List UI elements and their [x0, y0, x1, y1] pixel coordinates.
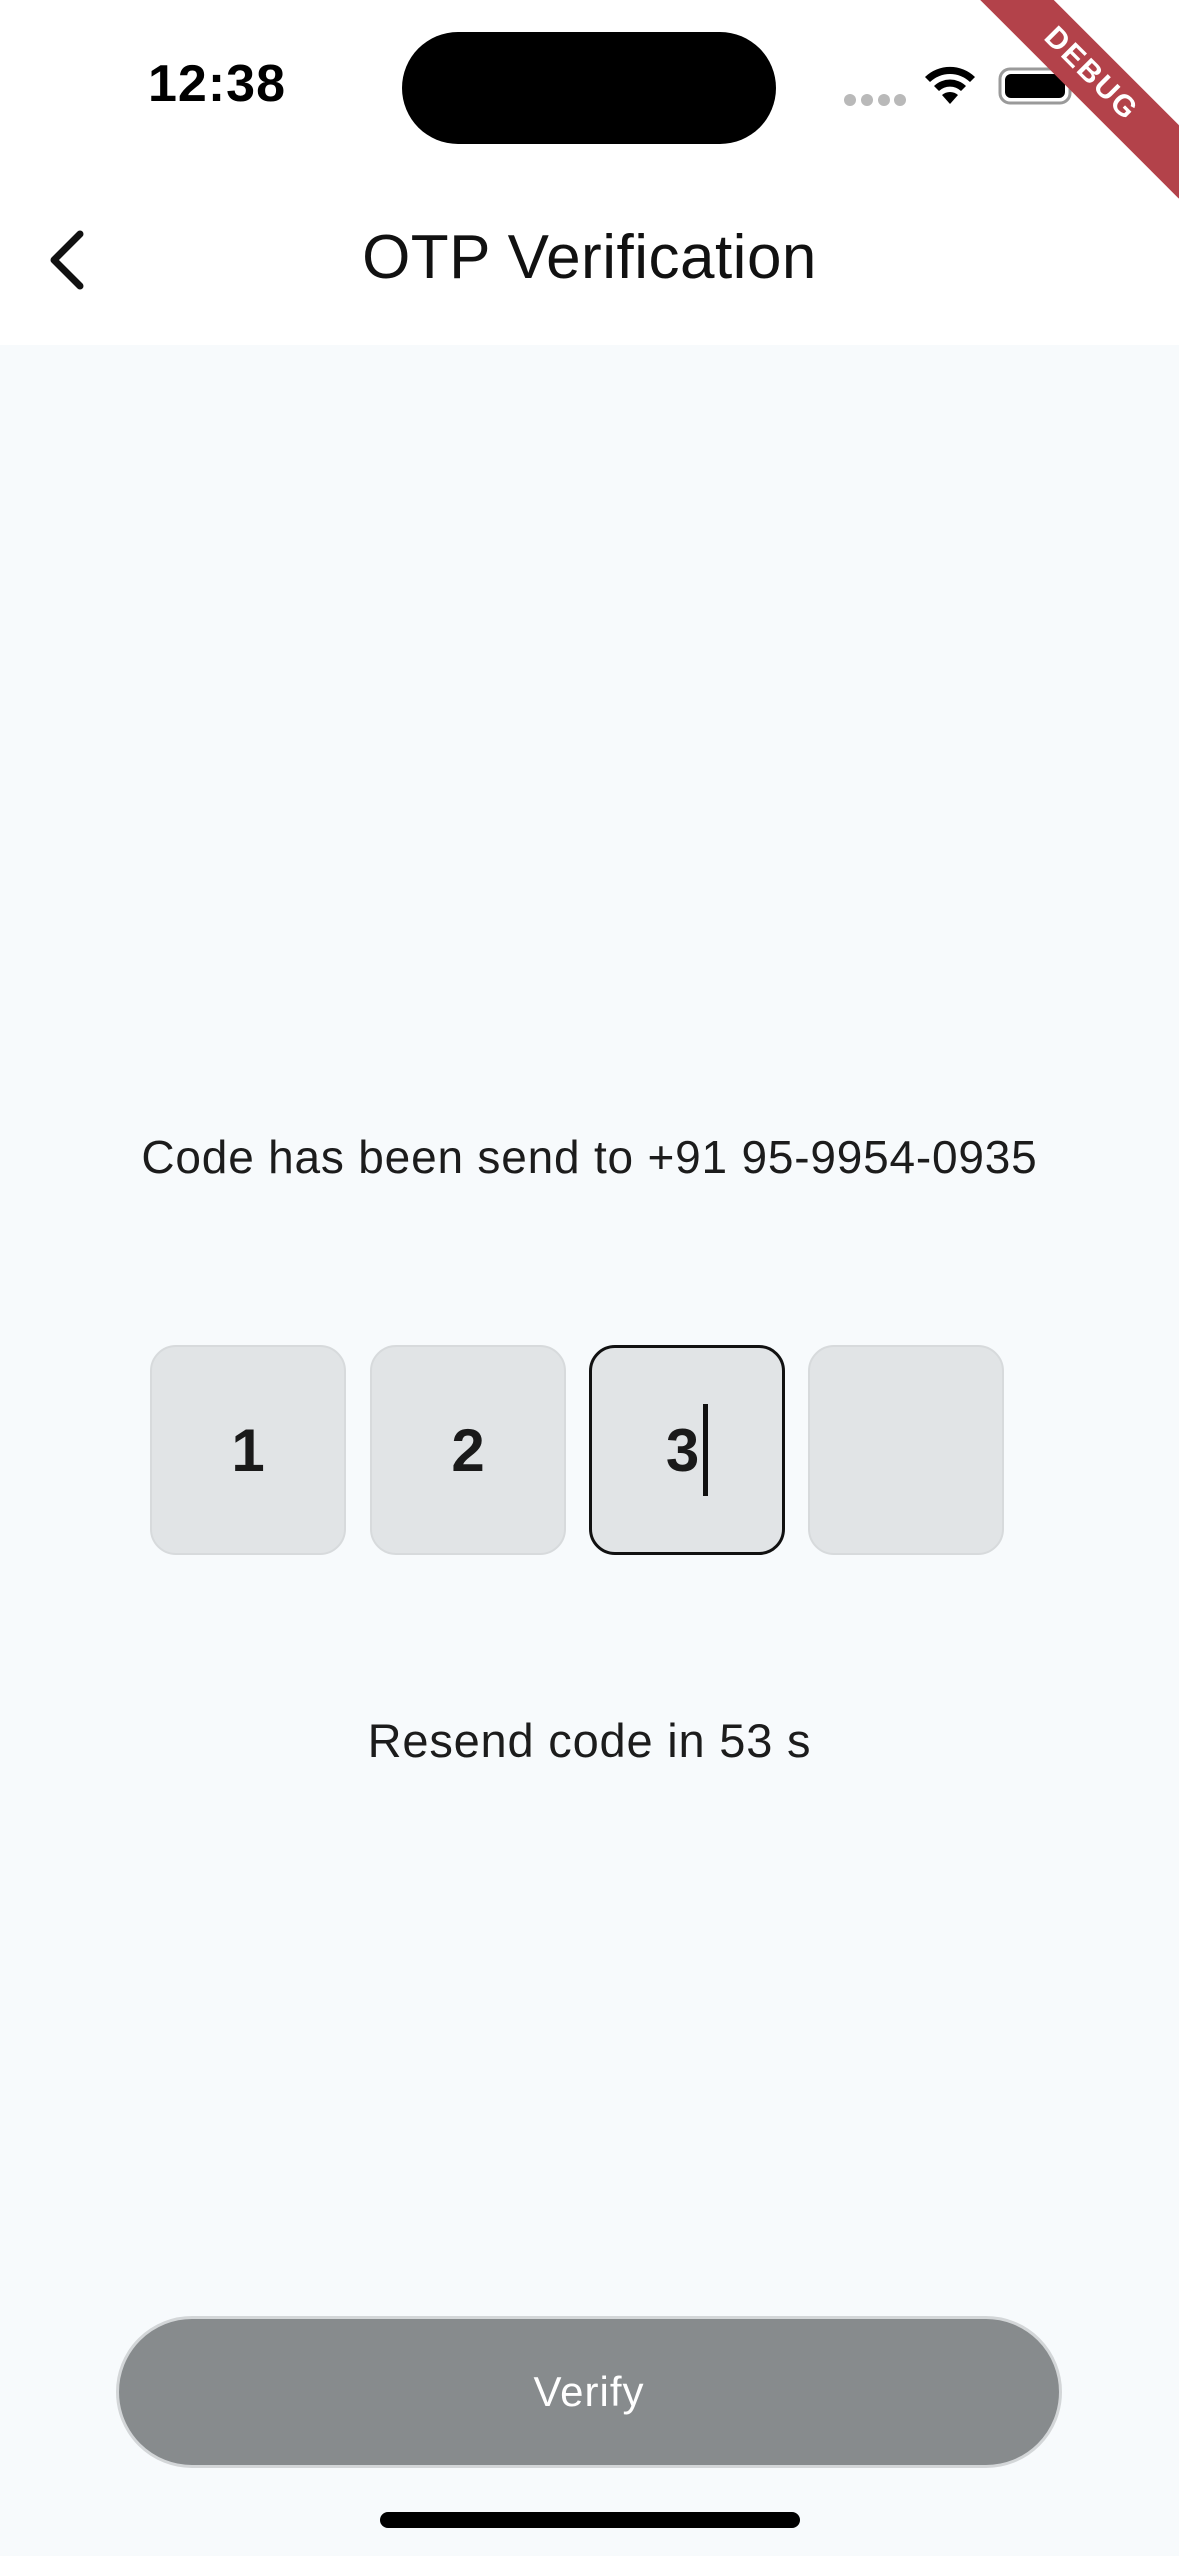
- signal-dots-icon: [844, 94, 906, 108]
- page-title: OTP Verification: [362, 223, 817, 292]
- otp-digit-box-1[interactable]: 1: [150, 1345, 346, 1555]
- status-time: 12:38: [148, 55, 286, 113]
- otp-digit-box-4[interactable]: [808, 1345, 1004, 1555]
- wifi-icon: [925, 66, 975, 104]
- home-indicator[interactable]: [380, 2512, 800, 2528]
- otp-digit-box-2[interactable]: 2: [370, 1345, 566, 1555]
- text-cursor: [703, 1404, 709, 1496]
- otp-input-group: 1 2 3: [150, 1345, 1006, 1557]
- otp-digit-box-3[interactable]: 3: [589, 1345, 785, 1555]
- otp-digit-3: 3: [665, 1416, 700, 1484]
- verify-button[interactable]: Verify: [116, 2316, 1062, 2468]
- app-header: 12:38 DEBUG OTP Verification: [0, 0, 1179, 345]
- otp-digit-1: 1: [231, 1416, 265, 1484]
- otp-digit-2: 2: [451, 1416, 485, 1484]
- otp-screen: 12:38 DEBUG OTP Verification Code has be…: [0, 0, 1179, 2556]
- verify-label: Verify: [533, 2368, 645, 2415]
- dynamic-island: [402, 32, 776, 144]
- code-sent-message: Code has been send to +91 95-9954-0935: [141, 1131, 1038, 1183]
- resend-countdown: Resend code in 53 s: [367, 1714, 812, 1767]
